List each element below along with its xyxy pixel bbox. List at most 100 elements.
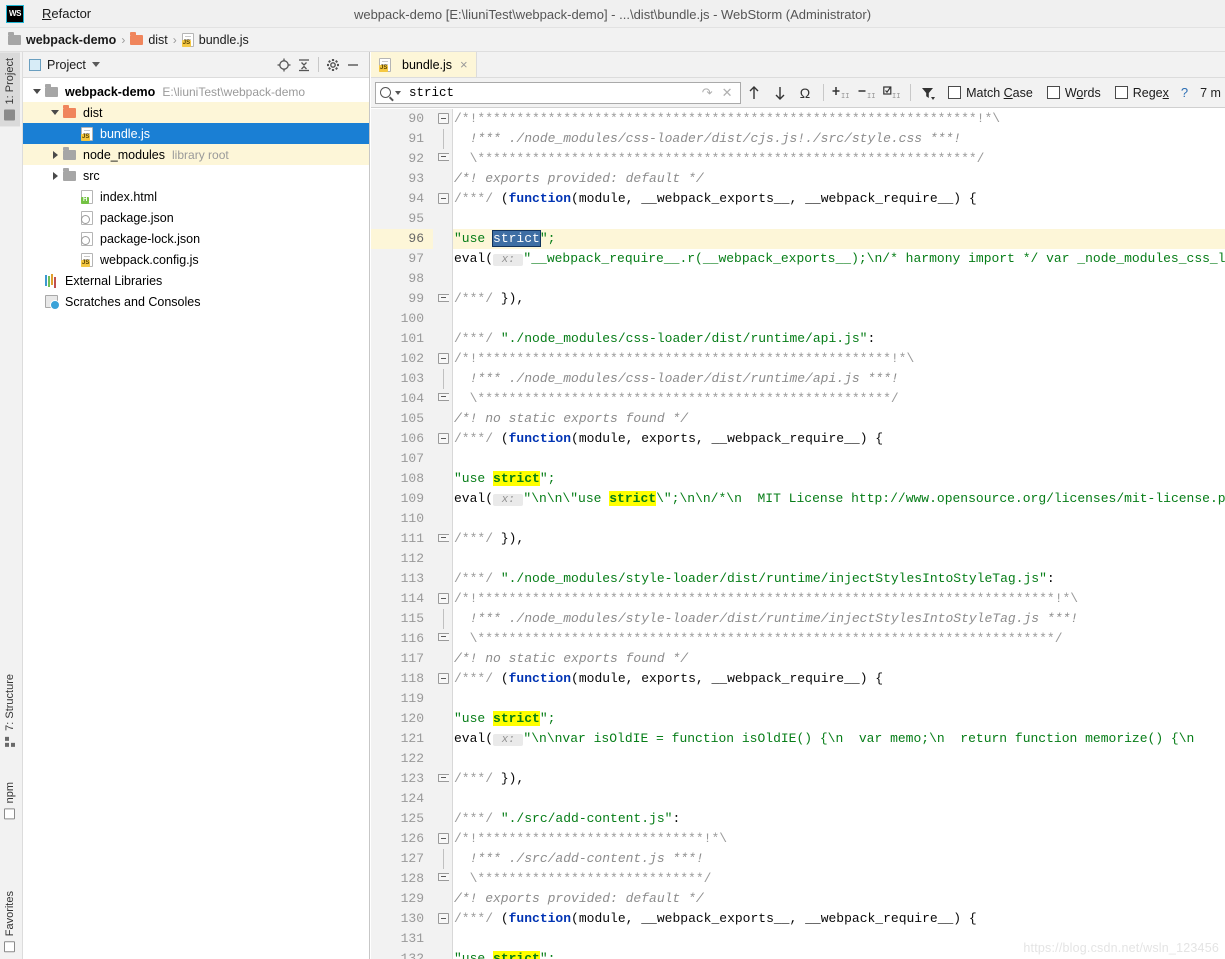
- code-line[interactable]: [454, 789, 1225, 809]
- code-line[interactable]: /*! no static exports found */: [454, 409, 1225, 429]
- code-line[interactable]: !*** ./src/add-content.js ***!: [454, 849, 1225, 869]
- fold-end-icon[interactable]: [438, 633, 449, 641]
- filter-button[interactable]: [917, 81, 940, 105]
- line-number[interactable]: 128: [371, 869, 433, 889]
- code-line[interactable]: /*!*************************************…: [454, 349, 1225, 369]
- line-number[interactable]: 114: [371, 589, 433, 609]
- code-line[interactable]: /*!*************************************…: [454, 109, 1225, 129]
- code-line[interactable]: /*! no static exports found */: [454, 649, 1225, 669]
- code-line[interactable]: [454, 309, 1225, 329]
- line-number[interactable]: 90: [371, 109, 433, 129]
- project-title-block[interactable]: Project: [29, 58, 100, 72]
- editor-tab-strip[interactable]: bundle.js ×: [371, 52, 1225, 78]
- line-number[interactable]: 96: [371, 229, 433, 249]
- match-case-option[interactable]: Match Case: [942, 86, 1039, 100]
- breadcrumb-item-bundle-js[interactable]: bundle.js: [181, 32, 249, 47]
- chevron-down-icon[interactable]: [29, 89, 45, 94]
- tree-item-webpack-demo[interactable]: webpack-demo E:\liuniTest\webpack-demo: [23, 81, 369, 102]
- remove-occurrence-button[interactable]: II: [855, 81, 878, 105]
- code-line[interactable]: \***************************************…: [454, 149, 1225, 169]
- code-line[interactable]: /*! exports provided: default */: [454, 889, 1225, 909]
- multiline-toggle-icon[interactable]: ↷: [699, 85, 716, 101]
- code-line[interactable]: /***/ }),: [454, 529, 1225, 549]
- line-number[interactable]: 129: [371, 889, 433, 909]
- tree-item-external-libraries[interactable]: External Libraries: [23, 270, 369, 291]
- fold-collapse-icon[interactable]: [438, 193, 449, 204]
- chevron-right-icon[interactable]: [47, 150, 63, 159]
- breadcrumb-item-webpack-demo[interactable]: webpack-demo: [8, 31, 116, 47]
- line-number[interactable]: 97: [371, 249, 433, 269]
- line-number[interactable]: 108: [371, 469, 433, 489]
- find-next-button[interactable]: [768, 81, 791, 105]
- tree-item-bundle-js[interactable]: bundle.js: [23, 123, 369, 144]
- fold-end-icon[interactable]: [438, 873, 449, 881]
- regex-checkbox[interactable]: [1114, 86, 1128, 99]
- code-line[interactable]: /***/ }),: [454, 769, 1225, 789]
- tree-item-package-lock-json[interactable]: package-lock.json: [23, 228, 369, 249]
- find-toolbar[interactable]: strict ↷ ✕ Ω II II II Match Case Words R…: [371, 78, 1225, 108]
- code-line[interactable]: [454, 449, 1225, 469]
- fold-collapse-icon[interactable]: [438, 833, 449, 844]
- sidebar-tab-structure[interactable]: 7: Structure: [0, 668, 20, 753]
- code-line[interactable]: /***/ (function(module, __webpack_export…: [454, 909, 1225, 929]
- clear-search-icon[interactable]: ✕: [719, 85, 736, 101]
- line-number[interactable]: 117: [371, 649, 433, 669]
- code-line[interactable]: /*!*************************************…: [454, 589, 1225, 609]
- line-number[interactable]: 102: [371, 349, 433, 369]
- line-number[interactable]: 106: [371, 429, 433, 449]
- line-number[interactable]: 104: [371, 389, 433, 409]
- tree-item-scratches-and-consoles[interactable]: Scratches and Consoles: [23, 291, 369, 312]
- code-content[interactable]: /*!*************************************…: [454, 109, 1225, 959]
- match-case-checkbox[interactable]: [948, 86, 962, 99]
- code-line[interactable]: /***/ (function(module, exports, __webpa…: [454, 429, 1225, 449]
- line-number[interactable]: 105: [371, 409, 433, 429]
- line-number[interactable]: 112: [371, 549, 433, 569]
- fold-end-icon[interactable]: [438, 153, 449, 161]
- code-line[interactable]: "use strict";: [454, 709, 1225, 729]
- code-line[interactable]: /***/ }),: [454, 289, 1225, 309]
- fold-end-icon[interactable]: [438, 534, 449, 542]
- regex-option[interactable]: Regex: [1109, 86, 1175, 100]
- tree-item-node-modules[interactable]: node_modules library root: [23, 144, 369, 165]
- line-number[interactable]: 118: [371, 669, 433, 689]
- line-number[interactable]: 121: [371, 729, 433, 749]
- tree-item-package-json[interactable]: package.json: [23, 207, 369, 228]
- line-number[interactable]: 127: [371, 849, 433, 869]
- line-number[interactable]: 101: [371, 329, 433, 349]
- code-line[interactable]: !*** ./node_modules/css-loader/dist/cjs.…: [454, 129, 1225, 149]
- fold-end-icon[interactable]: [438, 393, 449, 401]
- line-number[interactable]: 120: [371, 709, 433, 729]
- code-editor[interactable]: 90 91 92 93 94 95 96 97 98 99 100 101 102 103 104 105 10…: [371, 109, 1225, 959]
- line-number[interactable]: 126: [371, 829, 433, 849]
- code-folding-column[interactable]: [433, 109, 453, 959]
- settings-gear-icon[interactable]: [323, 55, 343, 75]
- select-all-occurrences-button[interactable]: Ω: [793, 81, 816, 105]
- line-number[interactable]: 109: [371, 489, 433, 509]
- line-number-gutter[interactable]: 90 91 92 93 94 95 96 97 98 99 100 101 102 103 104 105 10…: [371, 109, 433, 959]
- line-number[interactable]: 100: [371, 309, 433, 329]
- line-number[interactable]: 110: [371, 509, 433, 529]
- chevron-down-icon[interactable]: [47, 110, 63, 115]
- editor-tab-bundle-js[interactable]: bundle.js ×: [371, 52, 477, 77]
- fold-collapse-icon[interactable]: [438, 433, 449, 444]
- line-number[interactable]: 103: [371, 369, 433, 389]
- code-line[interactable]: [454, 549, 1225, 569]
- words-checkbox[interactable]: [1046, 86, 1060, 99]
- code-line[interactable]: \***************************************…: [454, 629, 1225, 649]
- left-tool-window-strip[interactable]: 1: Project 7: Structure npm Favorites: [0, 52, 23, 959]
- line-number[interactable]: 123: [371, 769, 433, 789]
- find-previous-button[interactable]: [743, 81, 766, 105]
- fold-collapse-icon[interactable]: [438, 913, 449, 924]
- code-line[interactable]: [454, 509, 1225, 529]
- line-number[interactable]: 122: [371, 749, 433, 769]
- search-input[interactable]: strict ↷ ✕: [375, 81, 741, 104]
- code-line[interactable]: "use strict";: [454, 469, 1225, 489]
- locate-target-icon[interactable]: [274, 55, 294, 75]
- code-line[interactable]: eval( x: "\n\nvar isOldIE = function isO…: [454, 729, 1225, 749]
- close-icon[interactable]: ×: [460, 57, 468, 72]
- code-line[interactable]: [454, 689, 1225, 709]
- fold-end-icon[interactable]: [438, 774, 449, 782]
- add-occurrence-button[interactable]: II: [830, 81, 853, 105]
- code-line[interactable]: \***************************************…: [454, 389, 1225, 409]
- sidebar-tab-npm[interactable]: npm: [0, 776, 20, 825]
